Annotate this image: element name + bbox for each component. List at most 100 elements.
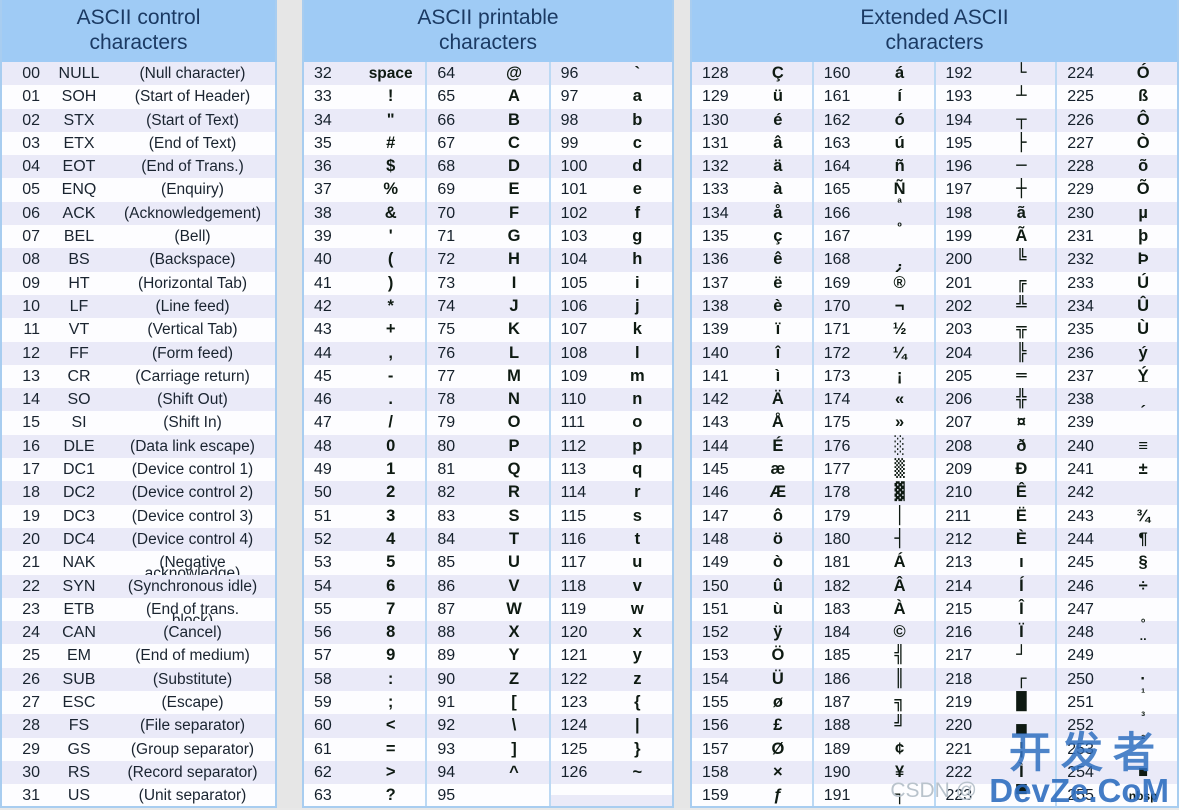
char-glyph: . [356,388,425,411]
char-glyph-text: Ë [1015,506,1027,525]
table-row: 74 J [427,294,549,319]
char-glyph: S [479,505,548,528]
char-glyph: ╦ [988,318,1056,341]
char-glyph: Ð [988,458,1056,481]
table-row: 201 ╔ [935,271,1056,295]
char-glyph: Ì [988,761,1056,784]
char-glyph: _ [479,784,548,806]
table-row: 174 « [813,388,934,412]
table-row: 191 ┐ [813,784,934,806]
table-row: 223 ▀ [935,784,1056,806]
char-code: 51 [314,507,332,525]
char-glyph: ▒ [866,458,934,481]
char-code: 212 [945,530,973,548]
char-glyph: m [603,365,672,388]
char-glyph-text: C [508,133,520,152]
control-description: (End of Trans.) [110,155,275,178]
char-glyph-text: nbsp [1128,788,1158,803]
char-glyph-text: A [508,87,520,106]
char-glyph-text: G [507,227,521,246]
char-code: 90 [437,670,456,688]
char-glyph: ï [744,318,812,341]
char-glyph: Ï [988,621,1056,644]
char-code: 248 [1067,624,1094,642]
char-glyph-text: ╠ [1016,342,1027,363]
table-row: 136 ê [692,248,812,272]
table-row: 16 DLE (Data link escape) [2,434,275,459]
char-glyph-text: 5 [386,553,396,572]
glyph-subcolumn: 96 ` 97 a 98 b 99 c 100 d 101 e 102 f 103 g 104 h 105 i 106 j… [550,62,672,806]
char-glyph: 0 [356,435,425,458]
control-description-text: (Substitute) [152,670,233,688]
char-glyph: ä [744,155,812,178]
control-description-text: (Group separator) [130,740,255,758]
char-glyph-text: « [895,390,905,409]
control-description: (Backspace) [110,248,275,271]
panel-title-line2: characters [885,31,984,54]
char-glyph-text: D [508,157,520,176]
char-code: 225 [1067,88,1094,106]
table-row: 04 EOT (End of Trans.) [2,155,275,179]
char-glyph-text: Ê [1015,483,1027,502]
char-code: 240 [1067,437,1094,455]
char-glyph: D [479,155,548,178]
control-code: 15 [22,414,40,432]
char-code: 115 [560,507,587,525]
char-glyph-text: ─ [1016,156,1027,177]
table-row: 92 \ [427,714,549,738]
char-glyph-text: ï [775,320,781,339]
control-description: (Acknowledgement) [110,202,275,225]
table-row: 243 ¾ [1057,504,1177,528]
char-code: 52 [314,530,332,548]
char-glyph: ║ [866,668,934,691]
table-row: 146 Æ [692,481,812,505]
char-glyph-text: Õ [1136,180,1150,199]
char-glyph: È [988,528,1056,551]
table-row: 61 = [304,737,426,761]
char-glyph-text: ■ [1138,762,1149,781]
char-glyph: ; [356,691,425,714]
char-code: 205 [945,367,973,385]
char-code: 94 [437,763,456,781]
char-code: 237 [1067,367,1094,385]
char-glyph: Ç [744,62,812,85]
char-glyph-text: ( [387,250,394,269]
control-description: (Null character) [110,62,275,85]
char-glyph: ¿ [866,248,934,277]
char-code: 119 [560,600,587,618]
table-row: 138 è [692,294,812,319]
control-description: (Start of Header) [110,85,275,108]
char-glyph: g [603,225,672,248]
table-row: 108 l [550,341,672,365]
char-code: 60 [314,717,332,735]
table-row: 08 BS (Backspace) [2,248,275,272]
char-glyph-text: â [773,133,783,152]
char-glyph-text: ` [634,64,641,82]
char-glyph-text: ƒ [773,786,783,805]
ascii-table-board: ASCII control characters 00 NULL (Null cha… [0,0,1179,808]
table-row: 25 EM (End of medium) [2,644,275,668]
char-glyph-text: $ [386,157,396,176]
char-glyph: ë [744,272,812,295]
char-glyph: ‗ [1109,481,1177,510]
char-code: 223 [945,787,973,805]
char-code: 45 [314,367,332,385]
char-glyph-text: % [383,180,398,199]
char-glyph-text: T [508,529,520,548]
control-code: 05 [22,181,40,199]
char-code: 50 [314,484,332,502]
char-code: 34 [314,111,332,129]
char-glyph-text: E [508,180,520,199]
char-code: 35 [314,134,332,152]
char-glyph: ¤ [988,411,1056,434]
table-row: 118 v [550,574,672,598]
char-glyph-text: ▒ [894,459,905,480]
table-row: 105 i [550,271,672,295]
char-glyph: 3 [356,505,425,528]
char-code: 183 [823,600,851,618]
char-code: 147 [702,507,729,525]
char-glyph-text: ³ [1141,708,1146,723]
char-glyph-text: ╩ [1016,295,1027,316]
char-code: 44 [314,344,332,362]
table-row: 147 ô [692,504,812,528]
